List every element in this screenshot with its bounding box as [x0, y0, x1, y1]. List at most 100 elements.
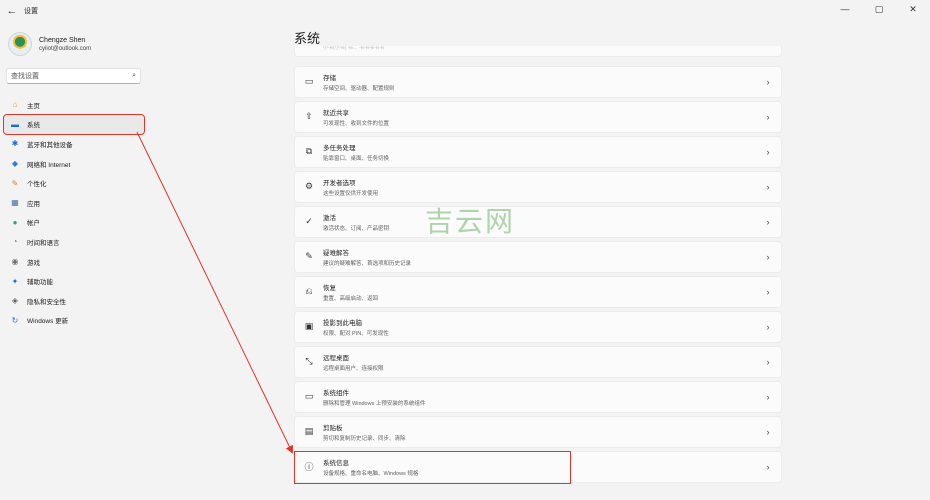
chevron-right-icon: › — [766, 461, 770, 472]
chevron-right-icon: › — [766, 356, 770, 367]
sidebar-item-label: 辅助功能 — [27, 279, 53, 287]
gamepad-icon: ◉ — [11, 257, 19, 267]
settings-card-8[interactable]: ⤡ 远程桌面远程桌面用户、连接权限 › — [294, 346, 782, 378]
card-subtitle: 这些设置仅供开发使用 — [323, 190, 379, 197]
sidebar-item-label: Windows 更新 — [27, 318, 69, 326]
chevron-right-icon: › — [766, 76, 770, 87]
project-icon: ▣ — [304, 321, 314, 332]
multitask-icon: ⧉ — [305, 146, 313, 157]
chevron-right-icon: › — [766, 251, 770, 262]
card-subtitle: 可发现性、收到文件的位置 — [323, 120, 390, 127]
chevron-right-icon: › — [766, 391, 770, 402]
card-title: 剪贴板 — [323, 424, 343, 432]
card-title: 系统组件 — [323, 389, 349, 397]
card-title: 就近共享 — [323, 109, 349, 117]
card-subtitle: 设备规格、重命名电脑、Windows 规格 — [323, 470, 419, 477]
partial-card[interactable]: 小书(小书) 书… 书书书书书 — [294, 46, 782, 57]
card-subtitle: 剪切和复制历史记录、同步、清除 — [323, 435, 406, 442]
sidebar-item-11[interactable]: ↻ Windows 更新 — [4, 311, 144, 331]
settings-card-9[interactable]: ▭ 系统组件 删除和管理 Windows 上预安装的系统组件 › — [294, 381, 782, 413]
page-title: 系统 — [294, 31, 321, 46]
bluetooth-icon: ✱ — [11, 139, 19, 149]
card-subtitle: 建议的疑难解答、首选项和历史记录 — [323, 260, 412, 267]
settings-card-1[interactable]: ⇪ 就近共享可发现性、收到文件的位置 › — [294, 101, 782, 133]
settings-card-5[interactable]: ✎ 疑难解答 建议的疑难解答、首选项和历史记录 › — [294, 241, 782, 273]
search-icon: ⌕ — [132, 72, 136, 79]
card-subtitle: 权限、配对 PIN、可发现性 — [323, 330, 389, 337]
wifi-icon: ◆ — [11, 159, 19, 169]
search-placeholder: 查找设置 — [11, 73, 39, 80]
sidebar-item-8[interactable]: ◉ 游戏 — [4, 252, 144, 272]
card-title: 多任务处理 — [323, 144, 356, 152]
settings-list: 小书(小书) 书… 书书书书书 ▭ 存储 存储空间、驱动器、配置规则 › ⇪ 就近共享 可发… — [294, 46, 782, 486]
card-title: 系统信息 — [323, 459, 349, 467]
sidebar-item-label: 个性化 — [27, 181, 47, 189]
chevron-right-icon: › — [766, 426, 770, 437]
card-subtitle: 重置、高级启动、返回 — [323, 295, 379, 302]
update-icon: ↻ — [11, 315, 19, 325]
chevron-right-icon: › — [766, 286, 770, 297]
activation-icon: ✓ — [305, 216, 313, 227]
sidebar-item-7[interactable]: ◔ 时间和语言 — [4, 232, 144, 252]
sidebar-item-5[interactable]: ▦ 应用 — [4, 193, 144, 213]
sidebar-item-label: 帐户 — [27, 220, 40, 228]
card-subtitle: 贴靠窗口、桌面、任务切换 — [323, 155, 390, 162]
chevron-right-icon: › — [766, 181, 770, 192]
back-arrow-icon[interactable]: ← — [4, 3, 20, 19]
avatar — [8, 32, 32, 56]
components-icon: ▭ — [304, 391, 314, 402]
settings-card-7[interactable]: ▣ 投影到此电脑权限、配对 PIN、可发现性 › — [294, 311, 782, 343]
settings-card-2[interactable]: ⧉ 多任务处理贴靠窗口、桌面、任务切换 › — [294, 136, 782, 168]
sidebar-item-2[interactable]: ✱ 蓝牙和其他设备 — [4, 134, 144, 154]
card-title: 疑难解答 — [323, 249, 349, 257]
developer-icon: ⚙ — [304, 181, 314, 192]
sidebar-item-1[interactable]: ▬ 系统 — [3, 113, 145, 136]
home-icon: ⌂ — [12, 100, 18, 110]
sidebar-item-label: 主页 — [27, 102, 40, 110]
card-subtitle: 远程桌面用户、连接权限 — [323, 365, 384, 372]
minimize-button[interactable]: — — [828, 0, 862, 18]
settings-card-10[interactable]: ▤ 剪贴板剪切和复制历史记录、同步、清除 › — [294, 416, 782, 448]
title-bar: ← 设置 — ▢ ✕ — [0, 0, 930, 22]
sidebar-item-9[interactable]: ✦ 辅助功能 — [4, 271, 144, 291]
account-icon: ● — [12, 217, 18, 227]
info-icon: ⓘ — [304, 462, 314, 473]
card-title: 远程桌面 — [323, 354, 349, 362]
search-input[interactable]: 查找设置 ⌕ — [6, 68, 141, 84]
storage-icon: ▭ — [304, 76, 314, 87]
watermark: 吉云网 — [425, 205, 516, 238]
user-email: cyiiot@outlook.com — [39, 45, 92, 52]
sidebar-item-4[interactable]: ✎ 个性化 — [4, 173, 144, 193]
remote-desktop-icon: ⤡ — [305, 356, 313, 367]
chevron-right-icon: › — [766, 216, 770, 227]
sidebar-item-6[interactable]: ● 帐户 — [4, 213, 144, 233]
chevron-right-icon: › — [766, 111, 770, 122]
settings-card-3[interactable]: ⚙ 开发者选项 这些设置仅供开发使用 › — [294, 171, 782, 203]
user-name: Chengze Shen — [39, 36, 86, 44]
clipboard-icon: ▤ — [304, 426, 314, 437]
chevron-right-icon: › — [766, 321, 770, 332]
chevron-right-icon: › — [766, 146, 770, 157]
card-subtitle: 存储空间、驱动器、配置规则 — [323, 85, 395, 92]
user-profile[interactable]: Chengze Shen cyiiot@outlook.com — [8, 32, 91, 56]
share-icon: ⇪ — [305, 111, 313, 122]
sidebar-item-3[interactable]: ◆ 网络和 Internet — [4, 154, 144, 174]
sidebar-item-label: 系统 — [27, 122, 40, 130]
maximize-button[interactable]: ▢ — [862, 0, 896, 18]
settings-card-4[interactable]: ✓ 激活 激活状态、订阅、产品密钥 › — [294, 206, 782, 238]
sidebar-item-label: 时间和语言 — [27, 239, 60, 247]
sidebar-item-label: 隐私和安全性 — [27, 298, 66, 306]
settings-card-0[interactable]: ▭ 存储 存储空间、驱动器、配置规则 › — [294, 66, 782, 98]
sidebar-item-10[interactable]: ◈ 隐私和安全性 — [4, 291, 144, 311]
recovery-icon: ⎌ — [305, 286, 313, 297]
shield-icon: ◈ — [11, 296, 19, 306]
sidebar-item-label: 应用 — [27, 200, 40, 208]
card-title: 激活 — [323, 214, 336, 222]
card-title: 投影到此电脑 — [323, 319, 362, 327]
close-button[interactable]: ✕ — [896, 0, 930, 18]
monitor-icon: ▬ — [11, 119, 19, 129]
sidebar-item-0[interactable]: ⌂ 主页 — [4, 95, 144, 115]
settings-card-11[interactable]: ⓘ 系统信息设备规格、重命名电脑、Windows 规格 › — [294, 451, 782, 484]
settings-card-6[interactable]: ⎌ 恢复 重置、高级启动、返回 › — [294, 276, 782, 308]
globe-clock-icon: ◔ — [12, 237, 18, 247]
